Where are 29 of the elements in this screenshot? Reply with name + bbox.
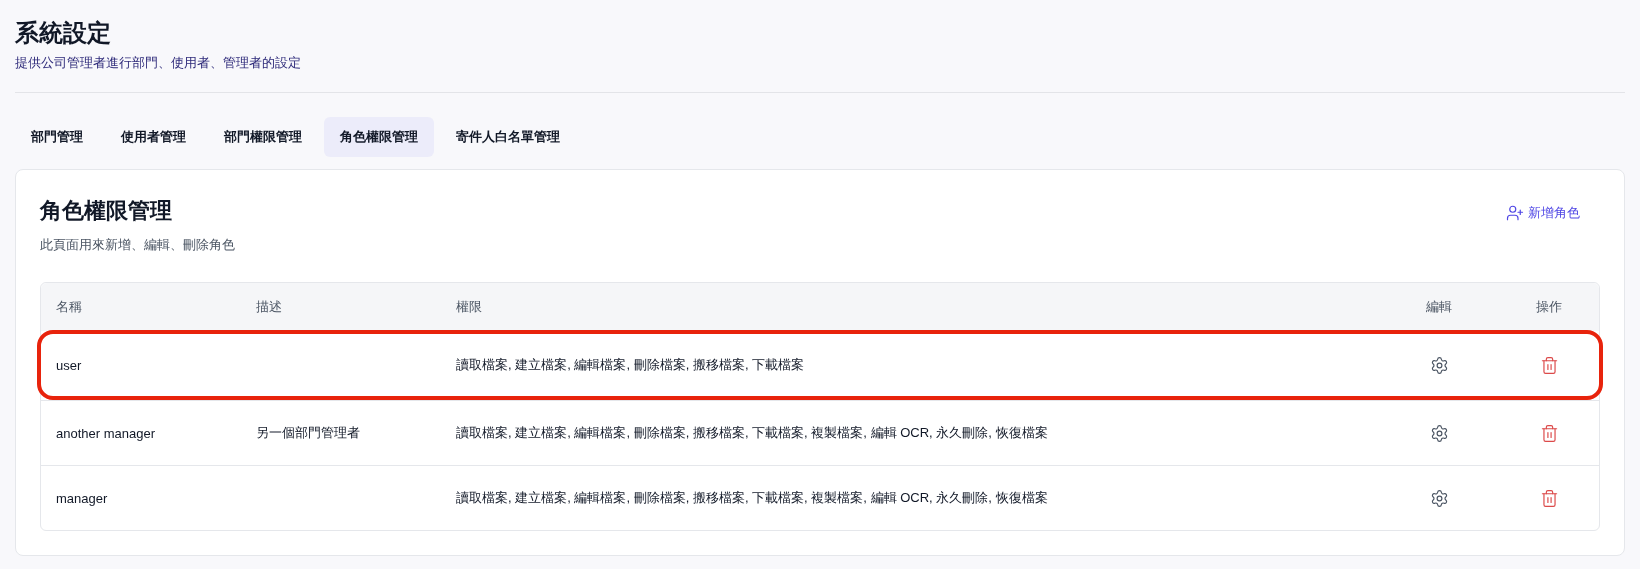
- settings-icon: [1429, 488, 1449, 508]
- user-plus-icon: [1506, 204, 1524, 222]
- table-cell-text: 讀取檔案, 建立檔案, 編輯檔案, 刪除檔案, 搬移檔案, 下載檔案, 複製檔案, 編輯 OCR, 永久刪除, 恢復檔案: [456, 424, 1049, 442]
- column-header: 名稱: [56, 298, 82, 316]
- table-cell-text: 讀取檔案, 建立檔案, 編輯檔案, 刪除檔案, 搬移檔案, 下載檔案: [456, 356, 806, 374]
- tab[interactable]: 使用者管理: [105, 117, 202, 157]
- tab[interactable]: 寄件人白名單管理: [440, 117, 576, 157]
- tab[interactable]: 角色權限管理: [324, 117, 434, 157]
- column-header: 權限: [456, 298, 482, 316]
- trash-icon: [1539, 355, 1559, 375]
- section-title: 角色權限管理: [40, 197, 173, 225]
- settings-icon: [1429, 423, 1449, 443]
- table-cell-text: user: [56, 357, 83, 373]
- column-header: 描述: [256, 298, 282, 316]
- settings-icon: [1429, 355, 1449, 375]
- page-subtitle: 提供公司管理者進行部門、使用者、管理者的設定: [15, 54, 301, 72]
- table-cell-text: 讀取檔案, 建立檔案, 編輯檔案, 刪除檔案, 搬移檔案, 下載檔案, 複製檔案, 編輯 OCR, 永久刪除, 恢復檔案: [456, 489, 1049, 507]
- column-header: 編輯: [1426, 298, 1452, 316]
- trash-icon: [1539, 488, 1559, 508]
- page-title: 系統設定: [15, 18, 111, 48]
- table-cell-text: manager: [56, 490, 109, 506]
- section-description: 此頁面用來新增、編輯、刪除角色: [40, 236, 235, 254]
- tab[interactable]: 部門管理: [15, 117, 99, 157]
- trash-icon: [1539, 423, 1559, 443]
- table-cell-text: another manager: [56, 425, 156, 441]
- column-header: 操作: [1536, 298, 1562, 316]
- tab[interactable]: 部門權限管理: [208, 117, 318, 157]
- add-role-button[interactable]: 新增角色: [1500, 200, 1586, 226]
- table-cell-text: 另一個部門管理者: [256, 424, 361, 442]
